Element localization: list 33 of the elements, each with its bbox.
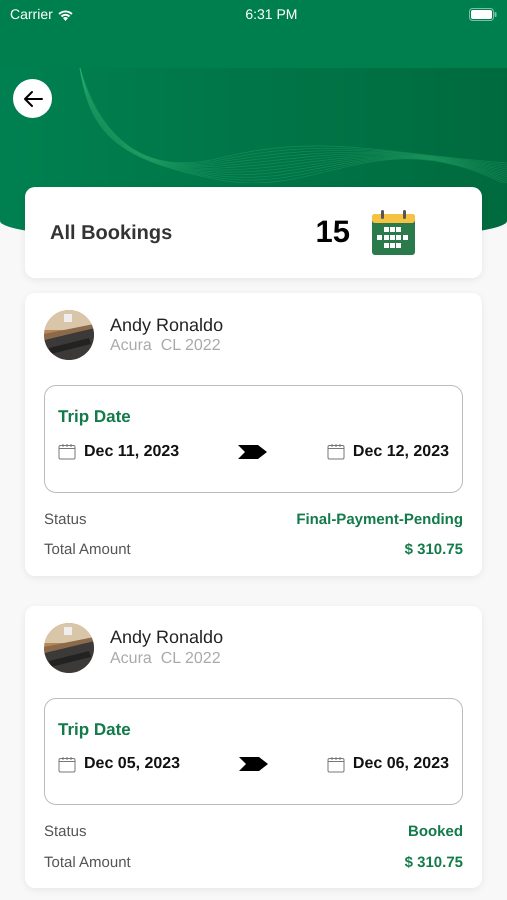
amount-label: Total Amount	[44, 852, 131, 872]
trip-date-label: Trip Date	[58, 406, 132, 428]
status-label: Status	[44, 510, 87, 530]
trip-date-label: Trip Date	[58, 718, 132, 740]
time-text: 6:31 PM	[245, 4, 298, 24]
battery-icon	[468, 8, 497, 20]
amount-value: $ 310.75	[404, 540, 463, 560]
summary-label: All Bookings	[50, 220, 172, 246]
end-date: Dec 12, 2023	[352, 442, 449, 462]
end-date: Dec 06, 2023	[352, 754, 449, 774]
calendar-icon	[326, 756, 345, 772]
calendar-icon	[372, 210, 415, 255]
calendar-icon	[58, 443, 76, 460]
person-name: Andy Ronaldo	[110, 314, 224, 336]
calendar-icon	[58, 756, 76, 772]
back-button[interactable]	[13, 79, 52, 118]
start-date: Dec 11, 2023	[84, 442, 180, 462]
amount-value: $ 310.75	[404, 852, 463, 872]
booking-count: 15	[316, 213, 350, 252]
wifi-icon	[56, 8, 74, 20]
start-date: Dec 05, 2023	[84, 754, 180, 774]
amount-label: Total Amount	[44, 540, 131, 560]
status-label: Status	[44, 822, 87, 842]
carrier-text: Carrier	[10, 4, 53, 24]
vehicle-text: Acura CL 2022	[110, 336, 222, 356]
status-value: Final-Payment-Pending	[296, 510, 463, 530]
person-name: Andy Ronaldo	[110, 627, 224, 649]
chevron-arrow-icon	[238, 444, 268, 460]
status-value: Booked	[408, 822, 463, 842]
back-arrow-icon	[22, 90, 44, 108]
calendar-icon	[326, 443, 345, 460]
chevron-arrow-icon	[238, 756, 268, 772]
vehicle-text: Acura CL 2022	[110, 648, 222, 668]
